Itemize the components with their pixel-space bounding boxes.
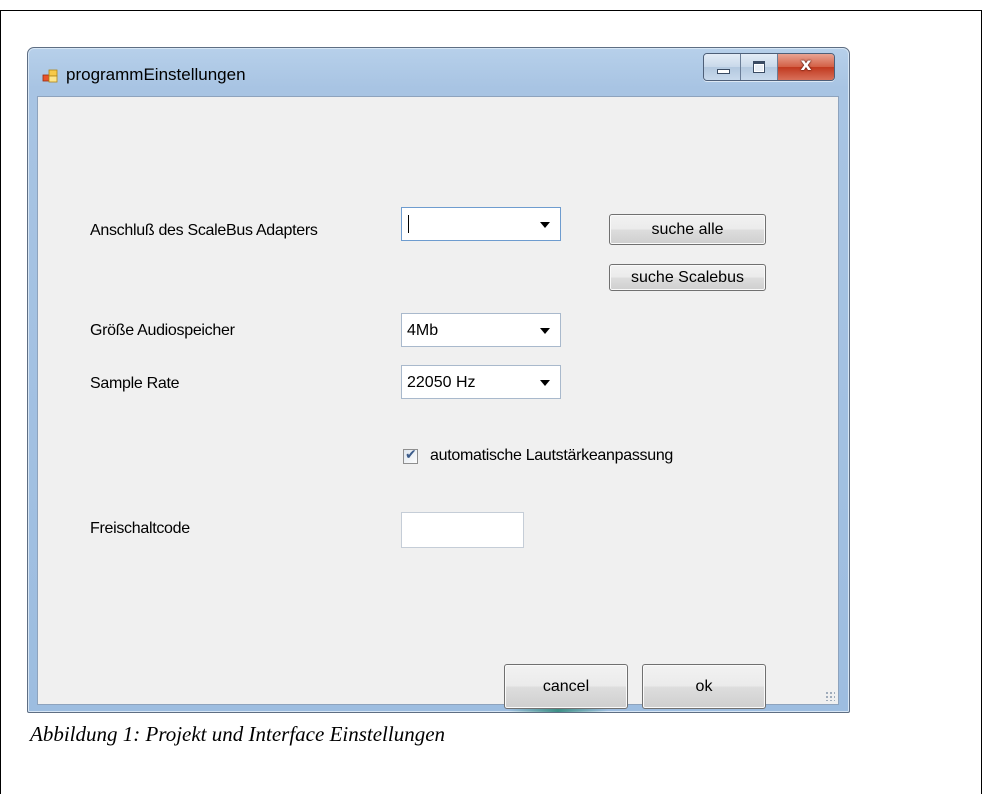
settings-window: programmEinstellungen x Anschluß des Sca… [27, 47, 850, 713]
sample-rate-dropdown[interactable]: 22050 Hz [401, 365, 561, 399]
resize-grip-icon[interactable] [825, 691, 835, 701]
audio-memory-dropdown[interactable]: 4Mb [401, 313, 561, 347]
search-scalebus-button[interactable]: suche Scalebus [609, 264, 766, 291]
chevron-down-icon[interactable] [540, 380, 550, 386]
ok-button[interactable]: ok [642, 664, 766, 709]
title-bar[interactable]: programmEinstellungen x [28, 48, 849, 96]
auto-volume-label[interactable]: automatische Lautstärkeanpassung [430, 447, 673, 465]
frame-highlight [508, 709, 608, 712]
chevron-down-icon[interactable] [540, 328, 550, 334]
chevron-down-icon[interactable] [540, 222, 550, 228]
minimize-button[interactable] [704, 54, 741, 80]
sample-rate-value: 22050 Hz [407, 374, 476, 391]
close-button[interactable]: x [778, 54, 834, 80]
audio-memory-label: Größe Audiospeicher [90, 322, 235, 339]
client-area: Anschluß des ScaleBus Adapters suche all… [37, 96, 839, 709]
figure-caption: Abbildung 1: Projekt und Interface Einst… [30, 722, 446, 746]
caption-buttons: x [703, 53, 835, 81]
unlock-code-label: Freischaltcode [90, 520, 190, 537]
adapter-port-label: Anschluß des ScaleBus Adapters [90, 222, 318, 239]
window-title: programmEinstellungen [66, 65, 246, 84]
text-cursor [408, 215, 409, 233]
adapter-port-dropdown[interactable] [401, 207, 561, 241]
unlock-code-input[interactable] [401, 512, 524, 548]
auto-volume-checkbox[interactable]: ✔ [403, 447, 418, 464]
search-all-button[interactable]: suche alle [609, 214, 766, 245]
sample-rate-label: Sample Rate [90, 375, 180, 392]
close-icon: x [800, 55, 812, 75]
cancel-button[interactable]: cancel [504, 664, 628, 709]
checkmark-icon: ✔ [405, 447, 417, 463]
application-icon [42, 69, 58, 83]
audio-memory-value: 4Mb [407, 322, 439, 339]
maximize-button[interactable] [741, 54, 778, 80]
